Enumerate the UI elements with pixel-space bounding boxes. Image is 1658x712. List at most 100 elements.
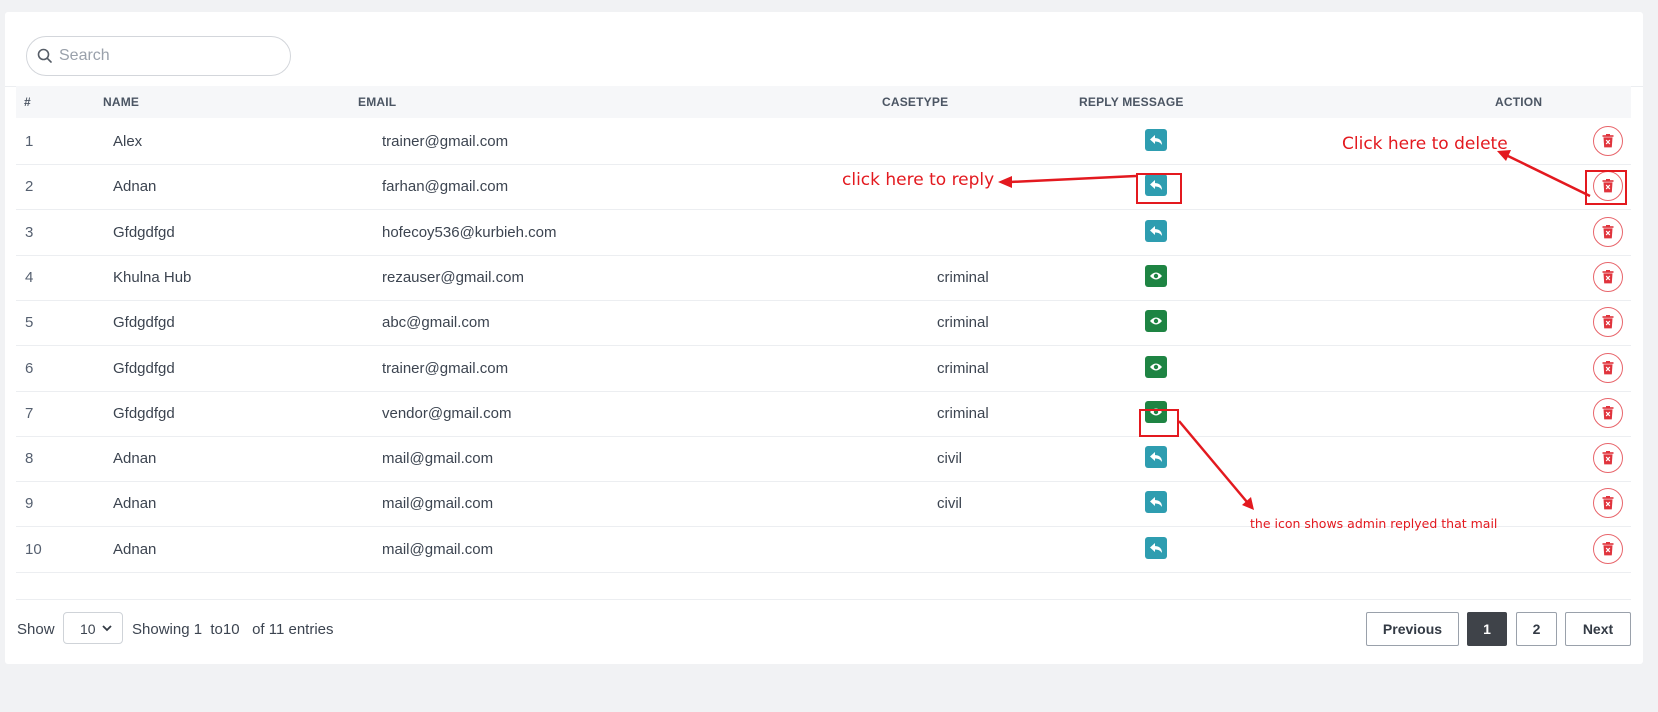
- header-name: NAME: [103, 95, 140, 109]
- entries-info: Showing 1 to10 of 11 entries: [132, 621, 334, 638]
- page-2-button[interactable]: 2: [1516, 612, 1557, 646]
- view-reply-button[interactable]: [1145, 355, 1167, 378]
- search-icon: [37, 48, 52, 63]
- delete-button[interactable]: [1593, 352, 1623, 383]
- row-email: mail@gmail.com: [382, 495, 494, 513]
- delete-button[interactable]: [1593, 533, 1623, 564]
- row-name: Adnan: [113, 495, 157, 513]
- delete-button[interactable]: [1593, 261, 1623, 292]
- row-email: trainer@gmail.com: [382, 133, 509, 150]
- annotation-box-delete: [1585, 170, 1627, 205]
- annotation-replied-text: the icon shows admin replyed that mail: [1250, 516, 1498, 531]
- row-email: vendor@gmail.com: [382, 404, 512, 422]
- row-email: trainer@gmail.com: [382, 359, 509, 377]
- delete-button[interactable]: [1593, 488, 1623, 519]
- trash-icon: [1602, 360, 1614, 375]
- show-label: Show: [17, 621, 55, 638]
- page-1-button[interactable]: 1: [1467, 612, 1507, 646]
- row-casetype: civil: [937, 495, 962, 513]
- delete-button[interactable]: [1593, 443, 1623, 474]
- row-email: farhan@gmail.com: [382, 178, 509, 196]
- table-row: 8 Adnan mail@gmail.com civil: [16, 435, 1631, 483]
- reply-icon: [1149, 134, 1163, 146]
- row-index: 5: [25, 314, 34, 332]
- row-email: abc@gmail.com: [382, 314, 490, 332]
- search-box[interactable]: [26, 36, 291, 76]
- row-index: 8: [25, 450, 34, 468]
- header-action: ACTION: [1495, 95, 1543, 109]
- table-row: 7 Gfdgdfgd vendor@gmail.com criminal: [16, 390, 1631, 437]
- row-casetype: criminal: [937, 268, 989, 286]
- reply-button[interactable]: [1145, 491, 1167, 514]
- reply-button[interactable]: [1145, 129, 1167, 151]
- annotation-box-viewed: [1139, 409, 1179, 437]
- row-casetype: civil: [937, 450, 962, 468]
- chevron-down-icon: [102, 625, 112, 632]
- search-input[interactable]: [59, 37, 279, 75]
- reply-icon: [1149, 542, 1163, 554]
- annotation-box-reply: [1136, 173, 1182, 204]
- trash-icon: [1602, 224, 1614, 239]
- header-casetype: CASETYPE: [882, 95, 949, 109]
- row-name: Gfdgdfgd: [113, 359, 175, 377]
- header-reply-message: REPLY MESSAGE: [1079, 95, 1184, 109]
- row-email: mail@gmail.com: [382, 450, 494, 468]
- eye-icon: [1149, 316, 1163, 326]
- table-header: # NAME EMAIL CASETYPE REPLY MESSAGE ACTI…: [16, 86, 1631, 118]
- previous-page-button[interactable]: Previous: [1366, 612, 1459, 646]
- row-name: Alex: [113, 133, 143, 150]
- trash-icon: [1602, 134, 1614, 148]
- trash-icon: [1602, 541, 1614, 556]
- header-email: EMAIL: [358, 95, 397, 109]
- reply-button[interactable]: [1145, 536, 1167, 559]
- delete-button[interactable]: [1593, 216, 1623, 247]
- row-index: 1: [25, 133, 34, 150]
- table-row: 5 Gfdgdfgd abc@gmail.com criminal: [16, 299, 1631, 347]
- page-size-select[interactable]: 10: [63, 612, 123, 644]
- annotation-delete-text: Click here to delete: [1342, 134, 1508, 154]
- row-name: Gfdgdfgd: [113, 223, 175, 241]
- eye-icon: [1149, 362, 1163, 372]
- table-row: 3 Gfdgdfgd hofecoy536@kurbieh.com: [16, 209, 1631, 256]
- row-name: Adnan: [113, 450, 157, 468]
- trash-icon: [1602, 315, 1614, 329]
- delete-button[interactable]: [1593, 397, 1623, 428]
- row-index: 3: [25, 223, 34, 241]
- row-casetype: criminal: [937, 404, 989, 422]
- table-row: 4 Khulna Hub rezauser@gmail.com criminal: [16, 254, 1631, 301]
- trash-icon: [1602, 451, 1614, 465]
- row-index: 4: [25, 268, 34, 286]
- delete-button[interactable]: [1593, 126, 1623, 156]
- row-name: Khulna Hub: [113, 268, 192, 286]
- next-page-button[interactable]: Next: [1565, 612, 1631, 646]
- reply-button[interactable]: [1145, 219, 1167, 242]
- table-row: 10 Adnan mail@gmail.com: [16, 526, 1631, 573]
- delete-button[interactable]: [1593, 307, 1623, 338]
- row-name: Adnan: [113, 178, 157, 196]
- page-size-value: 10: [80, 621, 96, 637]
- row-name: Gfdgdfgd: [113, 404, 175, 422]
- row-email: hofecoy536@kurbieh.com: [382, 223, 557, 241]
- row-casetype: criminal: [937, 359, 989, 377]
- table-row: 6 Gfdgdfgd trainer@gmail.com criminal: [16, 345, 1631, 392]
- row-index: 9: [25, 495, 34, 513]
- row-index: 2: [25, 178, 34, 196]
- reply-icon: [1149, 451, 1163, 463]
- view-reply-button[interactable]: [1145, 264, 1167, 287]
- row-email: rezauser@gmail.com: [382, 268, 524, 286]
- reply-icon: [1149, 225, 1163, 237]
- row-index: 10: [25, 540, 42, 558]
- trash-icon: [1602, 269, 1614, 284]
- reply-button[interactable]: [1145, 446, 1167, 469]
- footer-divider: [16, 599, 1631, 600]
- trash-icon: [1602, 496, 1614, 510]
- header-index: #: [24, 95, 31, 109]
- row-name: Gfdgdfgd: [113, 314, 175, 332]
- trash-icon: [1602, 405, 1614, 420]
- eye-icon: [1149, 271, 1163, 281]
- annotation-reply-text: click here to reply: [842, 170, 995, 190]
- row-index: 6: [25, 359, 34, 377]
- row-index: 7: [25, 404, 34, 422]
- view-reply-button[interactable]: [1145, 310, 1167, 333]
- reply-icon: [1149, 496, 1163, 508]
